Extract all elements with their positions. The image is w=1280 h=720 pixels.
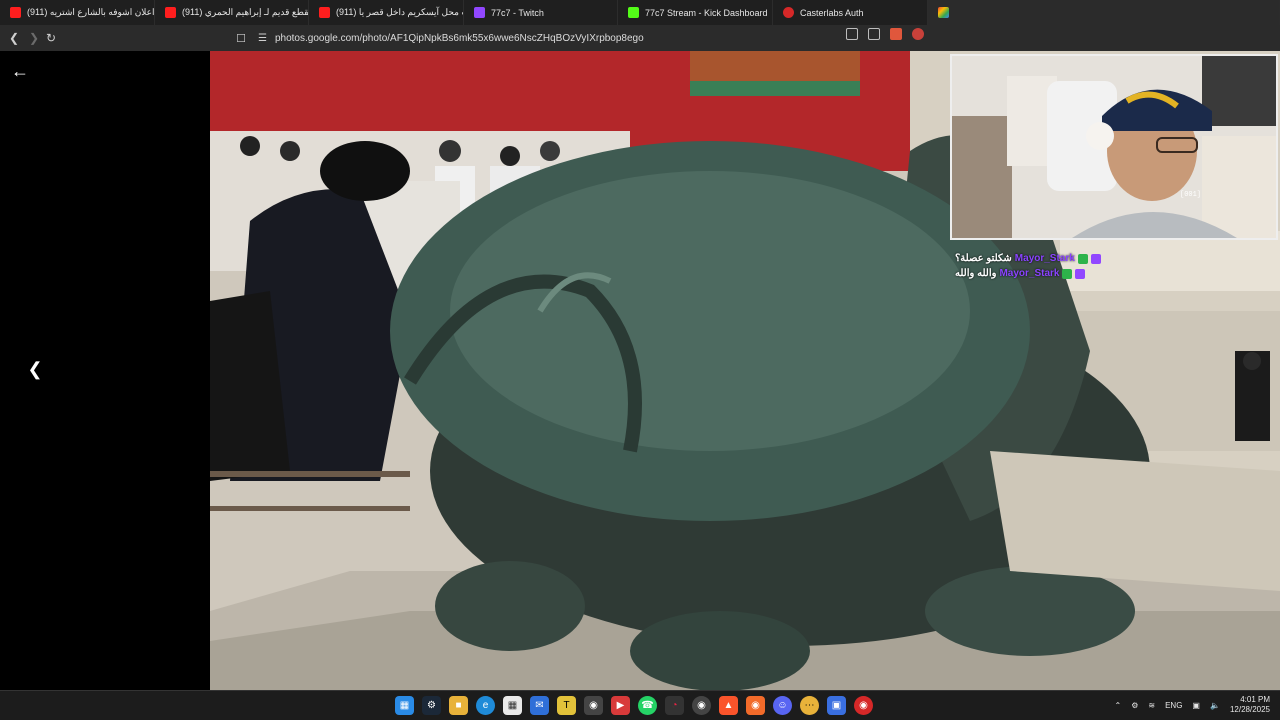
chat-text: شكلتو عصلة؟: [955, 253, 1012, 264]
brave-icon[interactable]: ▲: [719, 696, 738, 715]
discord-icon[interactable]: ☺: [773, 696, 792, 715]
casterlabs-app-icon[interactable]: ◉: [746, 696, 765, 715]
tab-3[interactable]: (911) فتحت محل آيسكريم داخل قصر يا...: [309, 0, 464, 25]
google-photos-icon: [938, 7, 949, 18]
taskbar-apps: ▦ ⚙ ■ e ▦ ✉ T ◉ ▶ ☎ ◔ ◉ ▲ ◉ ☺ ⋯ ▣ ◉: [395, 696, 873, 715]
verified-badge-icon: [1077, 253, 1088, 264]
streamer-webcam: [952, 56, 1276, 238]
tab-label: (911) اي اعلان اشوفه بالشارع اشتريه !!: [27, 7, 155, 17]
back-icon[interactable]: ❮: [4, 28, 24, 48]
youtube-icon: [10, 7, 21, 18]
volume-icon[interactable]: 🔈: [1210, 701, 1220, 710]
twitch-icon: [474, 7, 485, 18]
browser-tab-bar: (911) اي اعلان اشوفه بالشارع اشتريه !! (…: [0, 0, 1280, 25]
chat-overlay: Mayor_Stark شكلتو عصلة؟ Mayor_Stark والل…: [955, 251, 1125, 281]
window-app-icon[interactable]: ▣: [827, 696, 846, 715]
cast-icon[interactable]: [846, 28, 858, 40]
obs-icon[interactable]: ◉: [584, 696, 603, 715]
webcam-overlay: [950, 54, 1278, 240]
chat-username: Mayor_Stark: [999, 268, 1060, 279]
site-info-icon[interactable]: ☰: [258, 33, 267, 44]
tab-2[interactable]: (911) مقطع قديم لـ إبراهيم الحمري 😂🤣: [155, 0, 309, 25]
tab-7-active[interactable]: [928, 0, 1280, 25]
bookmark-icon[interactable]: ☐: [231, 28, 251, 48]
whatsapp-icon[interactable]: ☎: [638, 696, 657, 715]
tab-4[interactable]: 77c7 - Twitch: [464, 0, 618, 25]
browser-toolbar: ❮ ❯ ↻ ☐ ☰ photos.google.com/photo/AF1Qip…: [0, 25, 1280, 51]
tab-label: 77c7 - Twitch: [491, 7, 544, 18]
chat-message: Mayor_Stark والله والله: [955, 266, 1125, 281]
verified-badge-icon: [1062, 268, 1073, 279]
tab-5[interactable]: 77c7 Stream - Kick Dashboard: [618, 0, 773, 25]
photo-viewer: ← ❮ [001] Mayor_Stark شكلتو عصلة؟ Mayor_…: [0, 51, 1280, 690]
back-arrow-icon[interactable]: ←: [5, 56, 35, 86]
tab-label: 77c7 Stream - Kick Dashboard: [645, 7, 768, 18]
taskbar: ▦ ⚙ ■ e ▦ ✉ T ◉ ▶ ☎ ◔ ◉ ▲ ◉ ☺ ⋯ ▣ ◉ ⌃ ⚙ …: [0, 690, 1280, 720]
previous-photo-icon[interactable]: ❮: [20, 354, 50, 384]
clock-date: 12/28/2025: [1229, 705, 1270, 714]
rewards-icon[interactable]: [912, 28, 924, 40]
tab-6[interactable]: Casterlabs Auth: [773, 0, 928, 25]
tab-1[interactable]: (911) اي اعلان اشوفه بالشارع اشتريه !!: [0, 0, 155, 25]
reload-icon[interactable]: ↻: [41, 28, 61, 48]
twitch-badge-icon: [1075, 268, 1086, 279]
casterlabs-taskbar-icon[interactable]: ◉: [854, 696, 873, 715]
clock[interactable]: 4:01 PM 12/28/2025: [1230, 695, 1270, 715]
address-bar[interactable]: ☰ photos.google.com/photo/AF1QipNpkBs6mk…: [258, 28, 928, 48]
address-actions: [846, 28, 924, 40]
text-app-icon[interactable]: T: [557, 696, 576, 715]
start-icon[interactable]: ▦: [395, 696, 414, 715]
clock-time: 4:01 PM: [1240, 695, 1270, 704]
app-icon-red[interactable]: ◔: [665, 696, 684, 715]
store-icon[interactable]: ▦: [503, 696, 522, 715]
settings-tray-icon[interactable]: ⚙: [1131, 701, 1138, 710]
chevron-up-icon[interactable]: ⌃: [1115, 701, 1122, 710]
youtube-icon: [319, 7, 330, 18]
network-tray-icon[interactable]: ≋: [1148, 701, 1155, 710]
media-app-icon[interactable]: ▶: [611, 696, 630, 715]
share-icon[interactable]: [868, 28, 880, 40]
tab-label: (911) فتحت محل آيسكريم داخل قصر يا...: [336, 7, 463, 17]
edge-icon[interactable]: e: [476, 696, 495, 715]
tab-label: Casterlabs Auth: [800, 7, 864, 18]
mail-icon[interactable]: ✉: [530, 696, 549, 715]
file-explorer-icon[interactable]: ■: [449, 696, 468, 715]
casterlabs-icon: [783, 7, 794, 18]
twitch-badge-icon: [1090, 253, 1101, 264]
youtube-icon: [165, 7, 176, 18]
language-indicator[interactable]: ENG: [1165, 701, 1182, 710]
chat-text: والله والله: [955, 268, 997, 279]
steam-icon[interactable]: ⚙: [422, 696, 441, 715]
display-tray-icon[interactable]: ▣: [1192, 701, 1200, 710]
brave-shield-icon[interactable]: [890, 28, 902, 40]
chat-message: Mayor_Stark شكلتو عصلة؟: [955, 251, 1125, 266]
tab-label: (911) مقطع قديم لـ إبراهيم الحمري 😂🤣: [182, 7, 309, 17]
system-tray: ⌃ ⚙ ≋ ENG ▣ 🔈 4:01 PM 12/28/2025: [1115, 695, 1271, 715]
chrome-like-icon[interactable]: ◉: [692, 696, 711, 715]
url-text: photos.google.com/photo/AF1QipNpkBs6mk55…: [274, 32, 644, 44]
chat-username: Mayor_Stark: [1014, 253, 1075, 264]
kick-icon: [628, 7, 639, 18]
overlay-counter: [001]: [1180, 191, 1202, 199]
chat-app-icon[interactable]: ⋯: [800, 696, 819, 715]
